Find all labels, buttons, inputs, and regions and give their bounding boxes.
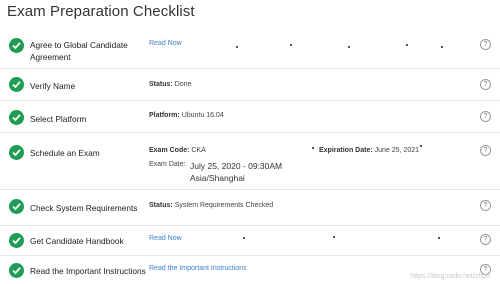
help-icon[interactable]: ? <box>480 200 491 211</box>
help-icon[interactable]: ? <box>480 79 491 90</box>
checklist-row-verify-name: Verify Name Status: Done ? <box>0 69 500 101</box>
redaction-dot <box>406 44 408 46</box>
checklist-row-agreement: Agree to Global Candidate Agreement Read… <box>0 32 500 69</box>
read-now-link[interactable]: Read Now <box>149 235 182 242</box>
platform-field: Platform: Ubuntu 16.04 <box>149 112 224 119</box>
exam-date-label: Exam Date: <box>149 161 186 168</box>
check-circle-icon <box>9 263 24 278</box>
redaction-dot <box>243 237 245 239</box>
redaction-dot <box>236 46 238 48</box>
redaction-dot <box>438 237 440 239</box>
checklist-row-candidate-handbook: Get Candidate Handbook Read Now ? <box>0 226 500 256</box>
row-label: Read the Important Instructions <box>30 266 146 276</box>
check-circle-icon <box>9 38 24 53</box>
check-circle-icon <box>9 145 24 160</box>
watermark: https://blog.csdn.net/zhou <box>410 273 490 280</box>
read-now-link[interactable]: Read Now <box>149 40 182 47</box>
row-label: Verify Name <box>30 81 76 91</box>
redaction-dot <box>290 44 292 46</box>
redaction-dot <box>333 236 335 238</box>
status-field: Status: Done <box>149 81 192 88</box>
row-label: Agree to Global Candidate Agreement <box>30 40 128 62</box>
redaction-dot <box>420 145 422 147</box>
redaction-dot <box>441 46 443 48</box>
help-icon[interactable]: ? <box>480 111 491 122</box>
check-circle-icon <box>9 77 24 92</box>
checklist-row-schedule-exam: Schedule an Exam Exam Code: CKA Expirati… <box>0 133 500 190</box>
exam-timezone: Asia/Shanghai <box>190 173 245 183</box>
expiration-date-field: Expiration Date: June 25, 2021 <box>319 147 420 154</box>
check-circle-icon <box>9 233 24 248</box>
page-title: Exam Preparation Checklist <box>7 3 195 20</box>
help-icon[interactable]: ? <box>480 234 491 245</box>
help-icon[interactable]: ? <box>480 39 491 50</box>
check-circle-icon <box>9 199 24 214</box>
row-label: Get Candidate Handbook <box>30 236 124 246</box>
row-label: Select Platform <box>30 114 87 124</box>
checklist-row-system-requirements: Check System Requirements Status: System… <box>0 190 500 226</box>
exam-date-value: July 25, 2020 - 09:30AM <box>190 161 283 171</box>
check-circle-icon <box>9 110 24 125</box>
redaction-dot <box>348 46 350 48</box>
checklist-row-select-platform: Select Platform Platform: Ubuntu 16.04 ? <box>0 101 500 133</box>
row-label: Schedule an Exam <box>30 148 100 158</box>
redaction-dot <box>312 147 314 149</box>
row-label: Check System Requirements <box>30 203 138 213</box>
help-icon[interactable]: ? <box>480 145 491 156</box>
status-field: Status: System Requirements Checked <box>149 202 274 209</box>
important-instructions-link[interactable]: Read the Important Instructions <box>149 265 247 272</box>
exam-code-field: Exam Code: CKA <box>149 147 206 154</box>
